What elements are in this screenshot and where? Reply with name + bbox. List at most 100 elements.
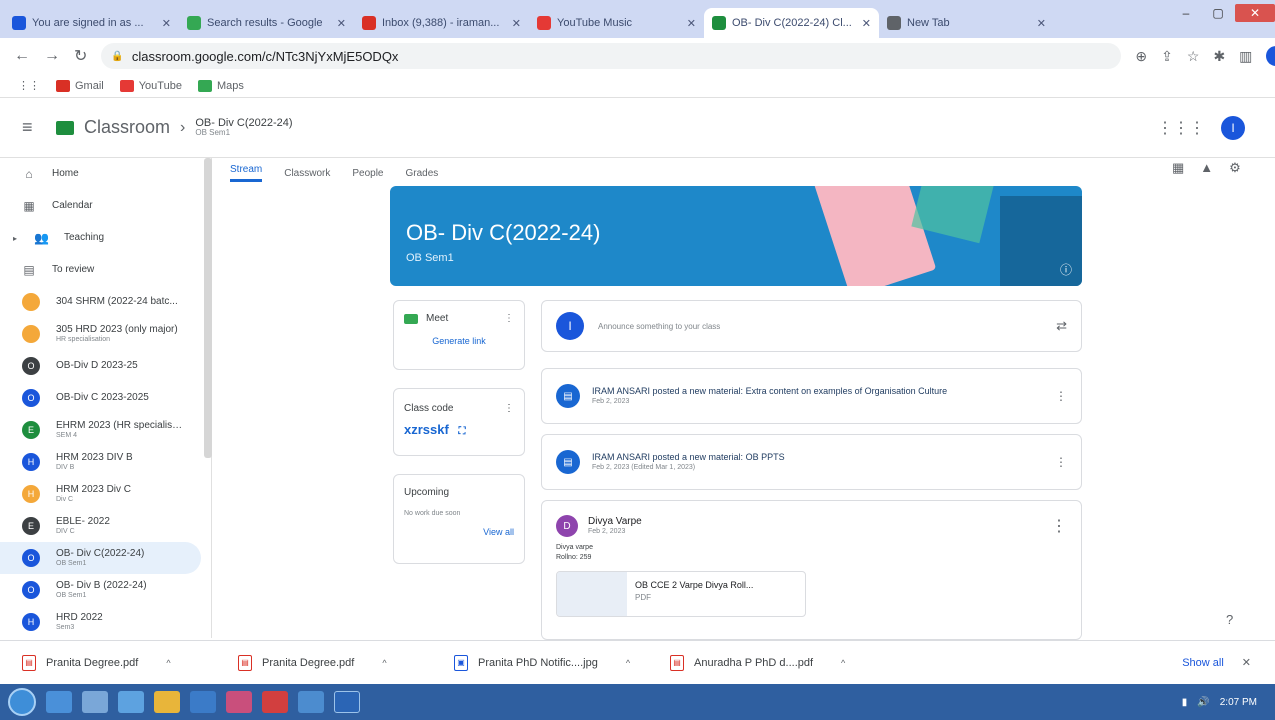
zoom-icon[interactable]: ⊕ <box>1135 48 1147 65</box>
sidebar-item-teaching[interactable]: ▸ 👥 Teaching <box>0 222 211 254</box>
sidebar-class-item[interactable]: O OB-Div C 2023-2025 <box>0 382 211 414</box>
student-name: Divya Varpe <box>588 515 642 527</box>
class-tabs: Stream Classwork People Grades <box>230 158 438 188</box>
sidebar-item-to-review[interactable]: ▤ To review <box>0 254 211 286</box>
tab-classwork[interactable]: Classwork <box>284 168 330 179</box>
share-icon[interactable]: ⇪ <box>1161 48 1173 65</box>
sidebar-class-item[interactable]: E EBLE- 2022 DIV C <box>0 510 211 542</box>
browser-tab[interactable]: You are signed in as ... ✕ <box>4 8 179 38</box>
browser-tab[interactable]: OB- Div C(2022-24) Cl... ✕ <box>704 8 879 38</box>
sidebar-item-calendar[interactable]: ▦ Calendar <box>0 190 211 222</box>
minimize-icon[interactable]: – <box>1171 4 1201 22</box>
chevron-up-icon[interactable]: ^ <box>382 658 386 668</box>
app-icon[interactable] <box>190 691 216 713</box>
app-icon[interactable] <box>298 691 324 713</box>
app-icon[interactable] <box>226 691 252 713</box>
volume-icon[interactable]: 🔊 <box>1197 697 1209 708</box>
sidepanel-icon[interactable]: ▥ <box>1239 48 1252 65</box>
tab-grades[interactable]: Grades <box>406 168 439 179</box>
generate-link-button[interactable]: Generate link <box>394 336 524 346</box>
browser-tab[interactable]: Search results - Google ✕ <box>179 8 354 38</box>
star-icon[interactable]: ☆ <box>1187 48 1200 65</box>
chevron-up-icon[interactable]: ^ <box>841 658 845 668</box>
sidebar-item-home[interactable]: ⌂ Home <box>0 158 211 190</box>
sidebar-class-item[interactable]: H HRM 2023 DIV B DIV B <box>0 446 211 478</box>
close-tab-icon[interactable]: ✕ <box>337 17 346 30</box>
more-options-icon[interactable]: ⋮ <box>1055 455 1067 469</box>
explorer-icon[interactable] <box>82 691 108 713</box>
close-downloads-icon[interactable]: ✕ <box>1242 656 1251 669</box>
url-bar[interactable]: 🔒 classroom.google.com/c/NTc3NjYxMjE5ODQ… <box>101 43 1122 69</box>
word-icon[interactable] <box>334 691 360 713</box>
sidebar-item-label: Calendar <box>52 200 93 212</box>
stream-post[interactable]: ▤ IRAM ANSARI posted a new material: OB … <box>541 434 1082 490</box>
close-tab-icon[interactable]: ✕ <box>162 17 171 30</box>
fullscreen-icon[interactable]: ⛶ <box>458 426 465 437</box>
classroom-header: ≡ Classroom › OB- Div C(2022-24) OB Sem1… <box>0 98 1275 158</box>
bookmark-item[interactable]: YouTube <box>119 79 182 92</box>
chevron-up-icon[interactable]: ^ <box>626 658 630 668</box>
close-tab-icon[interactable]: ✕ <box>862 17 871 30</box>
sidebar-class-item[interactable]: 305 HRD 2023 (only major) HR specialisati… <box>0 318 211 350</box>
sidebar-class-item[interactable]: E EHRM 2023 (HR specialisa... SEM 4 <box>0 414 211 446</box>
close-window-icon[interactable]: ✕ <box>1235 4 1275 22</box>
more-options-icon[interactable]: ⋮ <box>1055 389 1067 403</box>
chevron-up-icon[interactable]: ^ <box>166 658 170 668</box>
repost-icon[interactable]: ⇄ <box>1056 318 1067 334</box>
forward-icon[interactable]: → <box>44 47 60 65</box>
show-all-button[interactable]: Show all <box>1182 657 1224 669</box>
apps-icon[interactable]: ⋮⋮ <box>18 79 40 92</box>
sidebar-class-item[interactable]: 304 SHRM (2022-24 batc... <box>0 286 211 318</box>
tab-people[interactable]: People <box>352 168 383 179</box>
info-icon[interactable]: ⓘ <box>1060 261 1072 278</box>
close-tab-icon[interactable]: ✕ <box>512 17 521 30</box>
sidebar-scrollbar[interactable] <box>204 158 212 458</box>
download-item[interactable]: ▤ Anuradha P PhD d....pdf ^ <box>670 654 886 671</box>
announce-box[interactable]: I Announce something to your class ⇄ <box>541 300 1082 352</box>
main-menu-icon[interactable]: ≡ <box>22 117 50 138</box>
help-icon[interactable]: ? <box>1226 612 1233 627</box>
stream-post[interactable]: ▤ IRAM ANSARI posted a new material: Ext… <box>541 368 1082 424</box>
ie-icon[interactable] <box>46 691 72 713</box>
download-item[interactable]: ▣ Pranita PhD Notific....jpg ^ <box>454 654 670 671</box>
sidebar-class-item[interactable]: O OB- Div B (2022-24) OB Sem1 <box>0 574 211 606</box>
calendar-icon[interactable]: ▦ <box>1172 160 1184 176</box>
browser-tab[interactable]: New Tab ✕ <box>879 8 1054 38</box>
profile-avatar[interactable]: I <box>1266 46 1275 66</box>
sidebar-class-item[interactable]: O OB- Div C(2022-24) OB Sem1 <box>0 542 201 574</box>
sidebar-class-item[interactable]: H HRM 2023 Div C Div C <box>0 478 211 510</box>
drive-folder-icon[interactable]: ▲ <box>1200 160 1213 176</box>
network-icon[interactable]: ▮ <box>1182 697 1188 708</box>
class-text: EHRM 2023 (HR specialisa... SEM 4 <box>56 420 186 440</box>
download-item[interactable]: ▤ Pranita Degree.pdf ^ <box>238 654 454 671</box>
browser-tab[interactable]: Inbox (9,388) - iraman... ✕ <box>354 8 529 38</box>
extensions-icon[interactable]: ✱ <box>1213 48 1225 65</box>
download-item[interactable]: ▤ Pranita Degree.pdf ^ <box>22 654 238 671</box>
media-icon[interactable] <box>118 691 144 713</box>
sidebar-class-item[interactable]: H HRD 2022 Sem3 <box>0 606 211 638</box>
more-options-icon[interactable]: ⋮ <box>504 313 514 324</box>
more-options-icon[interactable]: ⋮ <box>1051 516 1067 536</box>
attachment-card[interactable]: OB CCE 2 Varpe Divya Roll... PDF <box>556 570 806 617</box>
close-tab-icon[interactable]: ✕ <box>687 17 696 30</box>
back-icon[interactable]: ← <box>14 47 30 65</box>
pdf-reader-icon[interactable] <box>262 691 288 713</box>
maximize-icon[interactable]: ▢ <box>1203 4 1233 22</box>
settings-icon[interactable]: ⚙ <box>1229 160 1241 176</box>
tab-stream[interactable]: Stream <box>230 164 263 182</box>
view-all-link[interactable]: View all <box>404 527 514 537</box>
brand-name[interactable]: Classroom <box>84 117 170 138</box>
reload-icon[interactable]: ↻ <box>74 46 87 66</box>
bookmark-item[interactable]: Gmail <box>56 79 104 92</box>
breadcrumb[interactable]: OB- Div C(2022-24) OB Sem1 <box>195 117 292 138</box>
more-options-icon[interactable]: ⋮ <box>504 403 514 414</box>
bookmark-item[interactable]: Maps <box>197 79 244 92</box>
account-avatar[interactable]: I <box>1221 115 1245 140</box>
sidebar-class-item[interactable]: O OB-Div D 2023-25 <box>0 350 211 382</box>
close-tab-icon[interactable]: ✕ <box>1037 17 1046 30</box>
browser-tab[interactable]: YouTube Music ✕ <box>529 8 704 38</box>
clock[interactable]: 2:07 PM <box>1220 697 1257 708</box>
apps-grid-icon[interactable]: ⋮⋮⋮ <box>1157 118 1205 138</box>
start-button[interactable] <box>8 688 36 716</box>
chrome-icon[interactable] <box>154 691 180 713</box>
